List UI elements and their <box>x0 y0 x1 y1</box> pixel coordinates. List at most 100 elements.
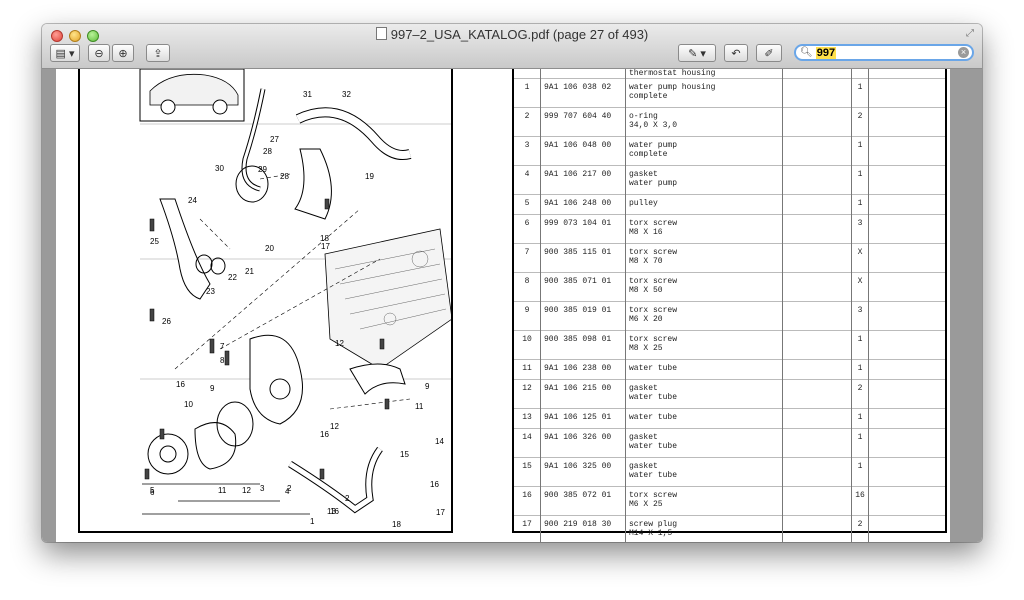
cell-extra <box>868 78 945 108</box>
search-input-value[interactable]: 997 <box>815 46 837 59</box>
cell-description: screw plug M14 X 1,5 <box>625 515 783 542</box>
table-row: 14 9A1 106 326 00 gasket water tube 1 <box>514 428 945 458</box>
callout-label: 17 <box>436 508 445 517</box>
cell-position: 3 <box>514 136 541 166</box>
cell-part-number: 900 385 115 01 <box>540 243 626 273</box>
cell-quantity: 1 <box>851 194 869 215</box>
desc-line-1: torx screw <box>629 306 678 315</box>
desc-line-2: water tube <box>629 393 678 402</box>
callout-label: 14 <box>435 437 444 446</box>
cell-part-number: 900 385 019 01 <box>540 301 626 331</box>
callout-label: 27 <box>270 135 279 144</box>
fullscreen-icon[interactable]: ⤢ <box>966 28 974 39</box>
cell-description: gasket water tube <box>625 379 783 409</box>
callout-label: 15 <box>400 450 409 459</box>
cell-position: 10 <box>514 330 541 360</box>
parts-table: thermostat housing 1 9A1 106 038 02 water … <box>514 69 945 542</box>
table-row: 12 9A1 106 215 00 gasket water tube 2 <box>514 379 945 409</box>
table-row-partial: thermostat housing <box>514 69 945 79</box>
desc-line-2: M6 X 20 <box>629 315 663 324</box>
desc-line-2: M14 X 1,5 <box>629 529 673 538</box>
desc-line-1: water pump housing <box>629 83 716 92</box>
pulley <box>147 433 189 475</box>
share-button[interactable]: ⇪ <box>146 44 170 62</box>
cell-position: 13 <box>514 408 541 429</box>
cell-extra <box>868 272 945 302</box>
callout-label: 20 <box>265 244 274 253</box>
desc-line-1: gasket <box>629 170 658 179</box>
title-bar: 997–2_USA_KATALOG.pdf (page 27 of 493) ⤢… <box>42 24 982 69</box>
engine-cooling-exploded-diagram: 1223 456789 910 111112121213141516161616171… <box>139 68 455 529</box>
cell-description: water pump complete <box>625 136 783 166</box>
clear-search-icon[interactable]: × <box>958 47 969 58</box>
table-row: 7 900 385 115 01 torx screw M8 X 70 X <box>514 243 945 273</box>
callout-label: 12 <box>335 339 344 348</box>
cell-part-number: 9A1 106 125 01 <box>540 408 626 429</box>
parts-table-panel: thermostat housing 1 9A1 106 038 02 water … <box>512 69 947 542</box>
desc-line-2: water tube <box>629 442 678 451</box>
cell-extra <box>868 428 945 458</box>
cell-quantity: 1 <box>851 428 869 458</box>
desc-line-2: M6 X 25 <box>629 500 663 509</box>
callout-label: 3 <box>260 484 265 493</box>
callout-label: 28 <box>280 172 289 181</box>
table-row: 9 900 385 019 01 torx screw M6 X 20 3 <box>514 301 945 331</box>
engine-block <box>324 228 453 370</box>
lower-water-tube-inner <box>288 447 383 513</box>
desc-line-2: water pump <box>629 179 678 188</box>
table-row: 3 9A1 106 048 00 water pump complete 1 <box>514 136 945 166</box>
cell-part-number: 9A1 106 238 00 <box>540 359 626 380</box>
rotate-button[interactable]: ↶ <box>724 44 748 62</box>
edit-toolbar-button[interactable]: ✐ <box>756 44 782 62</box>
cell-quantity: 1 <box>851 136 869 166</box>
cell-quantity: 1 <box>851 165 869 195</box>
cell-remark <box>782 457 852 487</box>
cell-quantity: 1 <box>851 408 869 429</box>
cell-description: o-ring 34,0 X 3,0 <box>625 107 783 137</box>
cell-part-number: 9A1 106 217 00 <box>540 165 626 195</box>
desc-line-1: water tube <box>629 413 678 422</box>
cell-description: gasket water tube <box>625 428 783 458</box>
cell-remark <box>782 330 852 360</box>
cell-remark <box>782 428 852 458</box>
pdf-document-icon <box>375 27 387 40</box>
cell-remark <box>782 194 852 215</box>
callout-label: 1 <box>310 517 315 526</box>
document-viewport[interactable]: 1 2 2 3 4 5 6 7 8 9 9 10 11 11 12 12 12 13 14 15 16 16 16 16 17 1… <box>42 68 982 542</box>
callout-label: 4 <box>285 487 290 496</box>
desc-line-1: screw plug <box>629 520 678 529</box>
partial-desc: thermostat housing <box>625 69 783 79</box>
desc-line-1: water tube <box>629 364 678 373</box>
cell-remark <box>782 214 852 244</box>
search-field[interactable]: 🔍︎ 997 × <box>794 44 974 61</box>
table-row: 5 9A1 106 248 00 pulley 1 <box>514 194 945 215</box>
callout-label: 18 <box>392 520 401 529</box>
cell-quantity: 2 <box>851 107 869 137</box>
callout-label: 26 <box>162 317 171 326</box>
cell-part-number: 999 073 104 01 <box>540 214 626 244</box>
desc-line-2: M8 X 16 <box>629 228 663 237</box>
callout-label: 22 <box>228 273 237 282</box>
callout-label: 16 <box>430 480 439 489</box>
cell-description: torx screw M8 X 25 <box>625 330 783 360</box>
zoom-in-button[interactable]: ⊕ <box>112 44 134 62</box>
cell-extra <box>868 165 945 195</box>
cell-extra <box>868 301 945 331</box>
cell-description: gasket water pump <box>625 165 783 195</box>
cell-quantity: 3 <box>851 214 869 244</box>
callout-label: 12 <box>242 486 251 495</box>
table-row: 16 900 385 072 01 torx screw M6 X 25 16 <box>514 486 945 516</box>
cell-extra <box>868 515 945 542</box>
cell-position: 4 <box>514 165 541 195</box>
annotate-button[interactable]: ✎ ▾ <box>678 44 716 62</box>
table-row: 1 9A1 106 038 02 water pump housing complet… <box>514 78 945 108</box>
sidebar-toggle-button[interactable]: ▤ ▾ <box>50 44 80 62</box>
desc-line-2: M8 X 70 <box>629 257 663 266</box>
desc-line-1: torx screw <box>629 491 678 500</box>
cell-quantity: 1 <box>851 457 869 487</box>
cell-remark <box>782 272 852 302</box>
table-row: 15 9A1 106 325 00 gasket water tube 1 <box>514 457 945 487</box>
cell-description: water tube <box>625 359 783 380</box>
zoom-out-button[interactable]: ⊖ <box>88 44 110 62</box>
table-row: 8 900 385 071 01 torx screw M8 X 50 X <box>514 272 945 302</box>
